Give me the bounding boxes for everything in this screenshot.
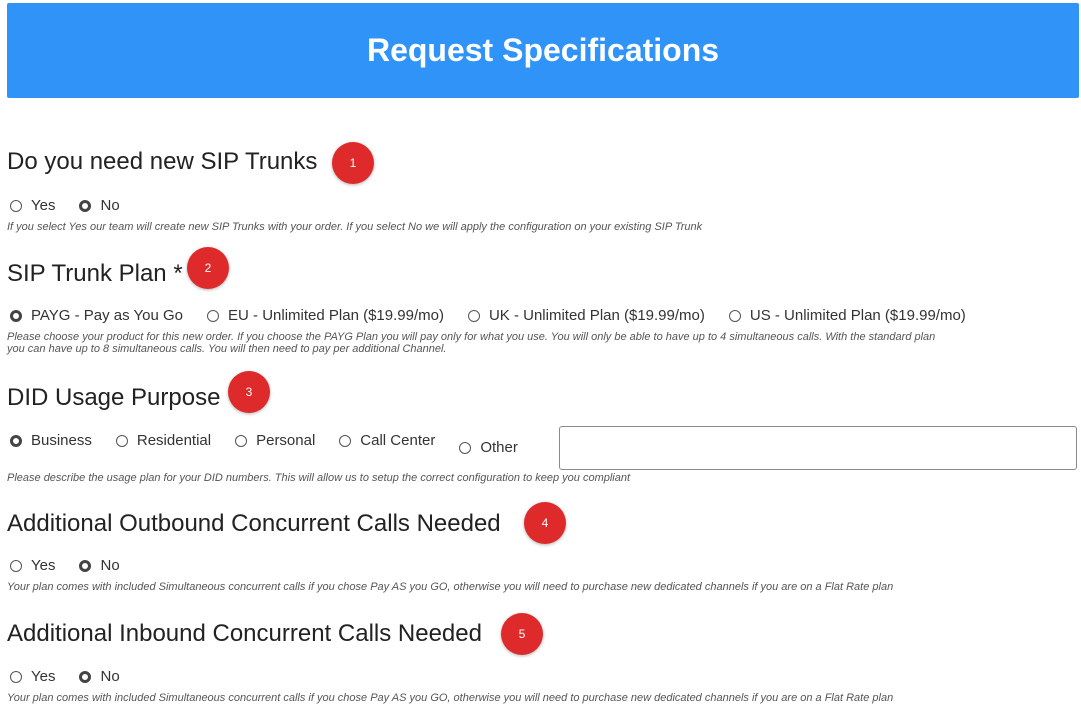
- help-text: Please describe the usage plan for your …: [7, 472, 631, 484]
- radio-button[interactable]: [10, 199, 22, 212]
- question-sip-trunk-plan: SIP Trunk Plan * 2: [7, 247, 1077, 289]
- radio-button-selected[interactable]: [79, 670, 92, 683]
- sip-trunk-plan-options: PAYG - Pay as You Go EU - Unlimited Plan…: [10, 307, 1077, 324]
- radio-option-personal[interactable]: Personal: [235, 432, 315, 449]
- radio-button-selected[interactable]: [10, 434, 22, 447]
- radio-option-no[interactable]: No: [79, 197, 120, 214]
- radio-button[interactable]: [467, 309, 480, 322]
- radio-button[interactable]: [235, 434, 248, 447]
- radio-option-yes[interactable]: Yes: [10, 557, 55, 574]
- question-outbound-concurrent-calls: Additional Outbound Concurrent Calls Nee…: [7, 502, 1077, 544]
- radio-button[interactable]: [459, 441, 472, 454]
- question-title: SIP Trunk Plan * 2: [7, 247, 229, 289]
- question-did-usage-purpose: DID Usage Purpose 3: [7, 371, 1077, 413]
- question-title: Additional Outbound Concurrent Calls Nee…: [7, 502, 566, 544]
- radio-button[interactable]: [10, 670, 22, 683]
- radio-option-residential[interactable]: Residential: [115, 432, 211, 449]
- radio-option-business[interactable]: Business: [10, 432, 92, 449]
- help-text: If you select Yes our team will create n…: [7, 221, 703, 233]
- radio-option-uk-unlimited[interactable]: UK - Unlimited Plan ($19.99/mo): [467, 307, 705, 324]
- radio-option-no[interactable]: No: [79, 668, 120, 685]
- step-badge: 2: [187, 247, 229, 289]
- help-text: Your plan comes with included Simultaneo…: [7, 581, 894, 593]
- radio-option-no[interactable]: No: [79, 557, 120, 574]
- step-badge: 1: [332, 142, 374, 184]
- radio-option-yes[interactable]: Yes: [10, 668, 55, 685]
- radio-button-selected[interactable]: [79, 559, 92, 572]
- outbound-calls-options: Yes No: [10, 557, 1077, 574]
- help-text: Please choose your product for this new …: [7, 331, 936, 355]
- radio-button[interactable]: [207, 309, 220, 322]
- question-inbound-concurrent-calls: Additional Inbound Concurrent Calls Need…: [7, 613, 1077, 655]
- radio-button[interactable]: [339, 434, 352, 447]
- radio-option-eu-unlimited[interactable]: EU - Unlimited Plan ($19.99/mo): [207, 307, 444, 324]
- radio-button-selected[interactable]: [79, 199, 92, 212]
- question-title: Do you need new SIP Trunks 1: [7, 142, 374, 184]
- radio-button[interactable]: [728, 309, 741, 322]
- help-text: Your plan comes with included Simultaneo…: [7, 692, 894, 704]
- step-badge: 3: [228, 371, 270, 413]
- question-title: Additional Inbound Concurrent Calls Need…: [7, 613, 543, 655]
- inbound-calls-options: Yes No: [10, 668, 1077, 685]
- new-sip-trunks-options: Yes No: [10, 197, 1077, 214]
- radio-button-selected[interactable]: [10, 309, 22, 322]
- radio-option-call-center[interactable]: Call Center: [339, 432, 435, 449]
- page-title: Request Specifications: [366, 32, 720, 68]
- page-header: Request Specifications: [7, 3, 1079, 98]
- radio-option-us-unlimited[interactable]: US - Unlimited Plan ($19.99/mo): [728, 307, 966, 324]
- radio-button[interactable]: [10, 559, 22, 572]
- step-badge: 4: [524, 502, 566, 544]
- radio-option-payg[interactable]: PAYG - Pay as You Go: [10, 307, 183, 324]
- radio-option-yes[interactable]: Yes: [10, 197, 55, 214]
- radio-button[interactable]: [115, 434, 128, 447]
- question-new-sip-trunks: Do you need new SIP Trunks 1: [7, 142, 1077, 184]
- question-title: DID Usage Purpose 3: [7, 371, 270, 413]
- other-usage-input[interactable]: [559, 426, 1077, 470]
- step-badge: 5: [501, 613, 543, 655]
- radio-option-other[interactable]: Other: [459, 439, 518, 456]
